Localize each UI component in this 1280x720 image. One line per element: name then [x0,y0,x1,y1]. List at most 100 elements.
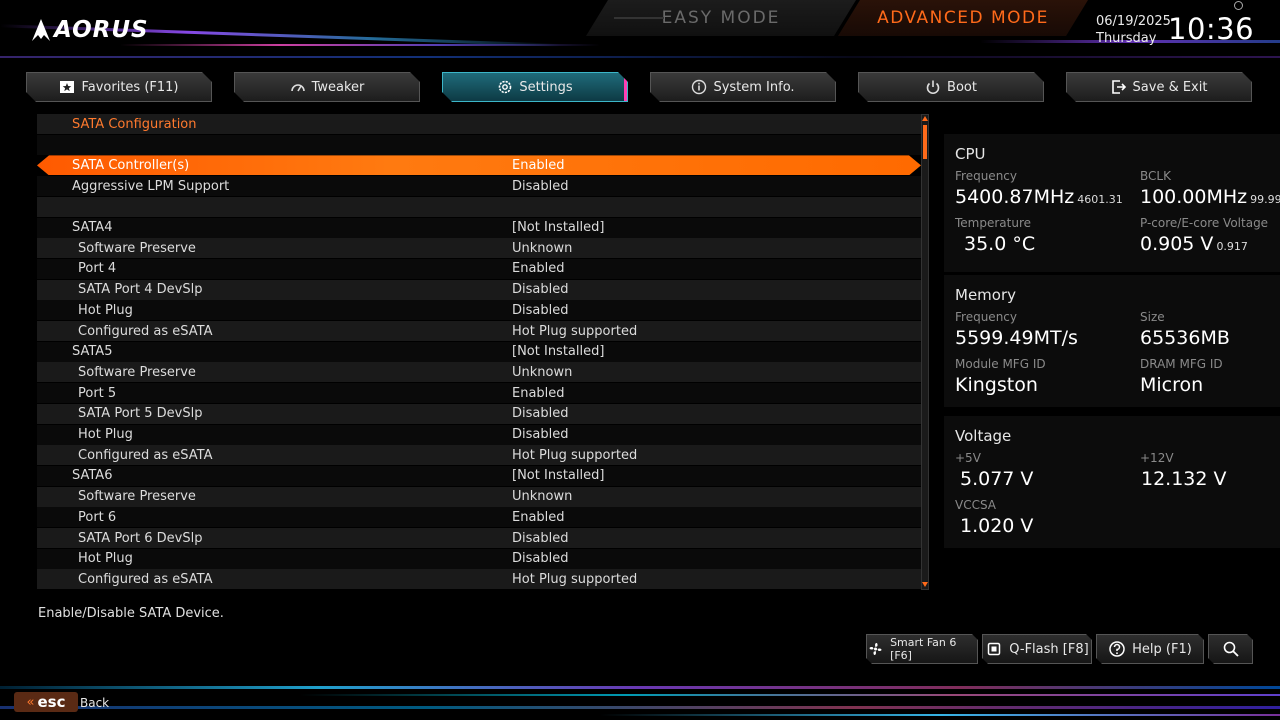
chevron-left-icon: « [26,694,35,710]
advanced-mode-button[interactable]: ADVANCED MODE [838,0,1088,36]
core-voltage-sub: 0.917 [1216,240,1248,253]
setting-value: Disabled [512,406,569,422]
tab-tweaker[interactable]: Tweaker [234,72,420,102]
setting-value: Disabled [512,551,569,567]
setting-value: [Not Installed] [512,220,605,235]
memory-title: Memory [955,286,1017,304]
tab-favorites[interactable]: Favorites (F11) [26,72,212,102]
cpu-frequency-value: 5400.87MHz 4601.31 [955,186,1123,208]
setting-label: SATA4 [72,220,113,235]
setting-row[interactable]: Hot Plug Disabled [37,424,921,445]
setting-row[interactable]: SATA4 [Not Installed] [37,217,921,238]
setting-row[interactable]: Software Preserve Unknown [37,362,921,383]
weekday-text: Thursday [1096,31,1157,46]
setting-value: Disabled [512,178,569,194]
setting-row[interactable]: SATA Port 4 DevSlp Disabled [37,279,921,300]
setting-row[interactable]: Software Preserve Unknown [37,486,921,507]
scroll-up-arrow-icon[interactable] [922,115,928,121]
voltage-title: Voltage [955,427,1012,445]
setting-label: Software Preserve [78,489,196,505]
help-button[interactable]: Help (F1) [1096,634,1204,664]
search-button[interactable] [1208,634,1253,664]
settings-dot-icon[interactable] [1234,1,1243,10]
setting-row[interactable]: Hot Plug Disabled [37,548,921,569]
setting-label: Hot Plug [78,551,133,567]
setting-label: SATA Controller(s) [72,157,190,173]
advanced-mode-label: ADVANCED MODE [877,8,1049,28]
scroll-thumb[interactable] [923,125,927,159]
setting-label: Port 5 [78,385,117,401]
easy-mode-button[interactable]: EASY MODE [586,0,856,36]
settings-scrollbar[interactable] [921,114,929,590]
setting-row[interactable]: SATA Port 6 DevSlp Disabled [37,528,921,548]
settings-list: SATA Configuration SATA Controller(s) Enab… [37,114,921,590]
memory-size-value: 65536MB [1140,327,1230,349]
setting-value: Enabled [512,385,565,401]
tab-system-info[interactable]: System Info. [650,72,836,102]
setting-row[interactable]: Configured as eSATA Hot Plug supported [37,445,921,466]
help-icon [1108,640,1126,658]
section-heading: SATA Configuration [37,114,921,134]
core-voltage-value: 0.905 V 0.917 [1140,233,1248,255]
search-icon [1222,640,1240,658]
setting-row[interactable]: Port 5 Enabled [37,383,921,404]
easy-mode-label: EASY MODE [661,8,781,28]
setting-value: Unknown [512,240,573,256]
v5-value: 5.077 V [960,468,1034,490]
gear-icon [497,79,513,95]
setting-value: Hot Plug supported [512,323,638,339]
tab-label: Settings [519,79,573,95]
spacer-row [37,196,921,217]
setting-value: Disabled [512,530,569,546]
setting-row[interactable]: SATA6 [Not Installed] [37,465,921,486]
aorus-logo: AORUS [30,16,149,44]
setting-value: Enabled [512,509,565,525]
qflash-button[interactable]: Q-Flash [F8] [982,634,1092,664]
setting-row[interactable]: Port 6 Enabled [37,507,921,528]
memory-size-label: Size [1140,310,1165,324]
tab-boot[interactable]: Boot [858,72,1044,102]
setting-row[interactable]: Aggressive LPM Support Disabled [37,176,921,197]
fan-icon [867,640,884,658]
cpu-title: CPU [955,145,986,163]
setting-label: Port 4 [78,261,117,277]
setting-row[interactable]: SATA Controller(s) Enabled [37,155,921,175]
background-streak [0,686,1280,689]
cpu-frequency-sub: 4601.31 [1077,193,1123,206]
background-streak [300,694,1280,696]
tab-settings[interactable]: Settings [442,72,628,102]
clock: 10:36 [1168,12,1255,46]
vccsa-value: 1.020 V [960,515,1034,537]
setting-row[interactable]: Configured as eSATA Hot Plug supported [37,569,921,590]
scroll-down-arrow-icon[interactable] [922,582,928,588]
setting-row[interactable]: SATA5 [Not Installed] [37,341,921,362]
dram-mfg-label: DRAM MFG ID [1140,357,1223,371]
tab-save-exit[interactable]: Save & Exit [1066,72,1252,102]
setting-label: Configured as eSATA [78,447,213,463]
setting-value: [Not Installed] [512,344,605,360]
setting-label: Port 6 [78,509,117,525]
setting-row[interactable]: Configured as eSATA Hot Plug supported [37,321,921,341]
esc-back-button[interactable]: « esc [14,692,78,712]
exit-icon [1111,79,1127,95]
setting-row[interactable]: Software Preserve Unknown [37,238,921,259]
background-streak [0,56,1280,58]
v12-label: +12V [1140,451,1174,465]
cpu-frequency-main: 5400.87MHz [955,186,1075,208]
setting-row[interactable]: SATA Port 5 DevSlp Disabled [37,403,921,424]
date-text: 06/19/2025 [1096,14,1171,29]
setting-row[interactable]: Hot Plug Disabled [37,300,921,321]
setting-value: Disabled [512,302,569,318]
core-voltage-main: 0.905 V [1140,233,1214,255]
setting-value: [Not Installed] [512,468,605,484]
setting-label: SATA Configuration [72,116,197,132]
gauge-icon [290,79,306,95]
setting-value: Enabled [512,261,565,277]
background-streak [120,44,600,46]
memory-info-panel: Memory Frequency 5599.49MT/s Size 65536M… [944,275,1280,407]
smart-fan-button[interactable]: Smart Fan 6 [F6] [866,634,978,664]
setting-row[interactable]: Port 4 Enabled [37,258,921,279]
vccsa-label: VCCSA [955,498,997,512]
tab-label: Favorites (F11) [81,79,179,95]
background-streak [0,706,1280,709]
